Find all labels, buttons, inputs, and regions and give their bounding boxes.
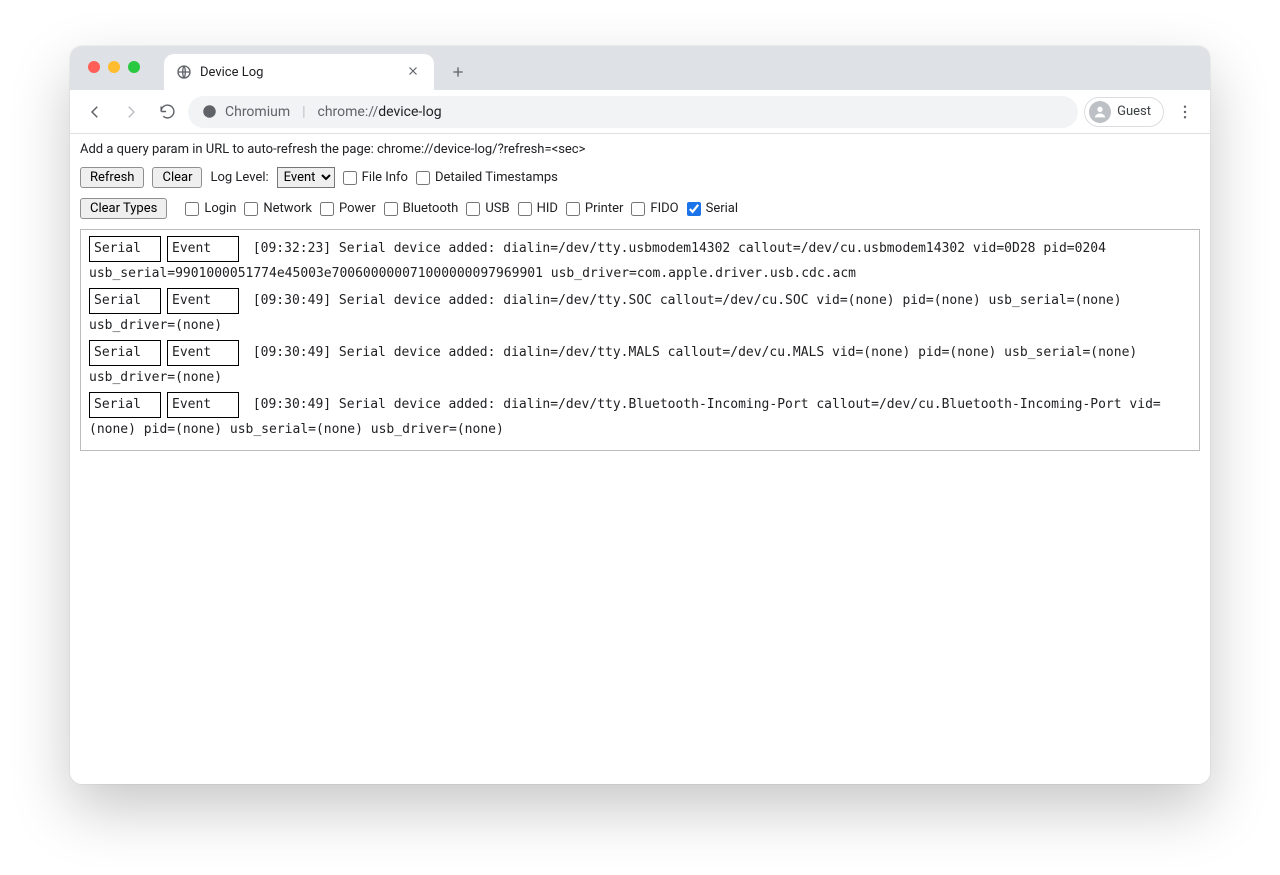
clear-types-button[interactable]: Clear Types <box>80 198 167 219</box>
forward-button[interactable] <box>116 97 146 127</box>
controls-row-1: Refresh Clear Log Level: Event File Info… <box>78 165 1202 190</box>
tab-title: Device Log <box>200 65 398 80</box>
log-output: SerialEvent [09:32:23] Serial device add… <box>80 229 1200 451</box>
log-message: [09:32:23] Serial device added: dialin=/… <box>89 241 1106 281</box>
type-filter-power[interactable]: Power <box>320 201 376 216</box>
maximize-window-button[interactable] <box>128 61 140 73</box>
file-info-label: File Info <box>362 170 408 185</box>
type-filter-usb-label: USB <box>485 201 509 216</box>
log-level-select[interactable]: Event <box>277 167 335 188</box>
file-info-checkbox[interactable]: File Info <box>343 170 408 185</box>
type-filter-serial-input[interactable] <box>687 202 701 216</box>
type-filter-login-label: Login <box>204 201 236 216</box>
omnibox-path: device-log <box>378 104 441 120</box>
profile-button[interactable]: Guest <box>1084 97 1164 127</box>
type-filter-printer-input[interactable] <box>566 202 580 216</box>
log-message: [09:30:49] Serial device added: dialin=/… <box>89 397 1161 437</box>
browser-toolbar: Chromium | chrome://device-log Guest <box>70 90 1210 134</box>
type-filter-usb[interactable]: USB <box>466 201 509 216</box>
address-bar[interactable]: Chromium | chrome://device-log <box>188 96 1078 128</box>
omnibox-scheme: chrome:// <box>318 104 379 120</box>
minimize-window-button[interactable] <box>108 61 120 73</box>
log-row: SerialEvent [09:30:49] Serial device add… <box>89 340 1191 390</box>
close-tab-button[interactable] <box>406 64 422 80</box>
type-filter-serial[interactable]: Serial <box>687 201 738 216</box>
type-filter-power-label: Power <box>339 201 376 216</box>
avatar-icon <box>1089 101 1111 123</box>
log-level-tag: Event <box>167 288 239 314</box>
detailed-ts-label: Detailed Timestamps <box>435 170 558 185</box>
omnibox-separator: | <box>298 104 309 120</box>
type-filter-hid-input[interactable] <box>518 202 532 216</box>
type-filter-group: Login Network Power Bluetooth USB HID Printer F… <box>185 201 738 216</box>
type-filter-usb-input[interactable] <box>466 202 480 216</box>
page-content: Add a query param in URL to auto-refresh… <box>70 134 1210 784</box>
type-filter-fido-input[interactable] <box>631 202 645 216</box>
type-filter-fido[interactable]: FIDO <box>631 201 678 216</box>
close-window-button[interactable] <box>88 61 100 73</box>
back-button[interactable] <box>80 97 110 127</box>
log-row: SerialEvent [09:30:49] Serial device add… <box>89 392 1191 442</box>
refresh-button[interactable]: Refresh <box>80 167 144 188</box>
omnibox-product: Chromium <box>225 104 290 120</box>
type-filter-bluetooth[interactable]: Bluetooth <box>384 201 459 216</box>
file-info-input[interactable] <box>343 171 357 185</box>
type-filter-hid-label: HID <box>537 201 558 216</box>
log-row: SerialEvent [09:30:49] Serial device add… <box>89 288 1191 338</box>
type-filter-serial-label: Serial <box>706 201 738 216</box>
browser-window: Device Log Chromium | chrome://device-l <box>70 46 1210 784</box>
log-row: SerialEvent [09:32:23] Serial device add… <box>89 236 1191 286</box>
refresh-hint: Add a query param in URL to auto-refresh… <box>78 140 1202 165</box>
type-filter-network-input[interactable] <box>244 202 258 216</box>
clear-button[interactable]: Clear <box>152 167 202 188</box>
type-filter-bluetooth-input[interactable] <box>384 202 398 216</box>
log-type-tag: Serial <box>89 288 161 314</box>
profile-label: Guest <box>1117 104 1151 119</box>
browser-menu-button[interactable] <box>1170 97 1200 127</box>
log-message: [09:30:49] Serial device added: dialin=/… <box>89 345 1137 385</box>
log-level-tag: Event <box>167 236 239 262</box>
type-filter-network[interactable]: Network <box>244 201 312 216</box>
reload-button[interactable] <box>152 97 182 127</box>
new-tab-button[interactable] <box>444 58 472 86</box>
type-filter-network-label: Network <box>263 201 312 216</box>
log-type-tag: Serial <box>89 340 161 366</box>
type-filter-printer-label: Printer <box>585 201 624 216</box>
type-filter-login-input[interactable] <box>185 202 199 216</box>
detailed-ts-input[interactable] <box>416 171 430 185</box>
controls-row-2: Clear Types Login Network Power Bluetooth US… <box>78 196 1202 221</box>
log-level-label: Log Level: <box>210 170 268 185</box>
type-filter-printer[interactable]: Printer <box>566 201 624 216</box>
detailed-ts-checkbox[interactable]: Detailed Timestamps <box>416 170 558 185</box>
type-filter-bluetooth-label: Bluetooth <box>403 201 459 216</box>
type-filter-power-input[interactable] <box>320 202 334 216</box>
type-filter-login[interactable]: Login <box>185 201 236 216</box>
log-level-tag: Event <box>167 340 239 366</box>
globe-icon <box>176 64 192 80</box>
log-level-tag: Event <box>167 392 239 418</box>
log-type-tag: Serial <box>89 236 161 262</box>
type-filter-fido-label: FIDO <box>650 201 678 216</box>
type-filter-hid[interactable]: HID <box>518 201 558 216</box>
site-info-icon[interactable] <box>202 104 217 119</box>
window-controls <box>88 61 140 73</box>
log-type-tag: Serial <box>89 392 161 418</box>
browser-tab[interactable]: Device Log <box>164 54 434 90</box>
log-message: [09:30:49] Serial device added: dialin=/… <box>89 293 1122 333</box>
tab-strip: Device Log <box>70 46 1210 90</box>
